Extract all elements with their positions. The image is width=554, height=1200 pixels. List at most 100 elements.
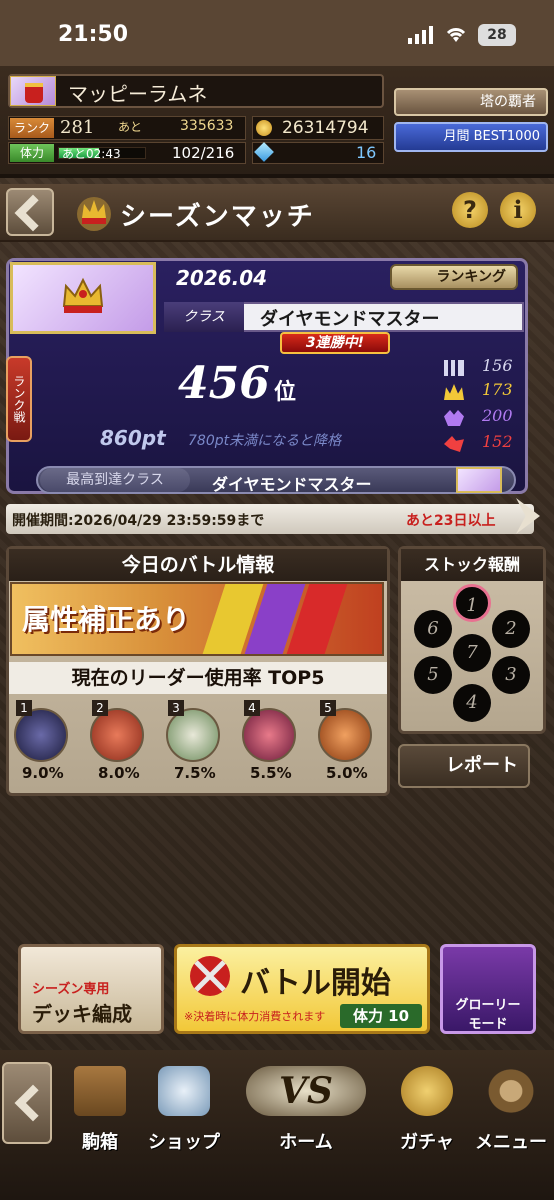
nav-item-piece-box[interactable]: 駒箱	[58, 1066, 142, 1154]
leader-rank: 1	[16, 700, 32, 716]
stamina-timer: あと02:43	[62, 147, 121, 161]
monthly-best-button[interactable]: 月間 BEST1000	[394, 122, 548, 152]
battle-cost-note: ※決着時に体力消費されます	[184, 1010, 326, 1023]
win-streak-badge: 3連勝中!	[280, 332, 390, 354]
nav-label: メニュー	[475, 1132, 547, 1153]
leader-usage-4: 5.5%	[250, 764, 292, 782]
rank-next-label: あと	[118, 120, 143, 134]
nav-label: ショップ	[148, 1132, 220, 1153]
leader-rank: 4	[244, 700, 260, 716]
leader-2[interactable]: 2	[90, 700, 146, 770]
leader-rank: 2	[92, 700, 108, 716]
rank-battle-tab[interactable]: ランク戦	[6, 356, 32, 442]
status-bar: 21:50 28	[0, 0, 554, 66]
leader-5[interactable]: 5	[318, 700, 374, 770]
player-name: マッピーラムネ	[68, 82, 208, 106]
page-title: シーズンマッチ	[120, 202, 315, 232]
stock-node-1: 1	[453, 584, 491, 622]
vs-icon: VS	[246, 1066, 366, 1116]
stock-reward-board: 1 2 3 4 5 6 7	[408, 582, 536, 728]
report-button[interactable]: レポート	[398, 744, 530, 788]
leader-avatar	[318, 708, 372, 762]
rank-unit: 位	[274, 380, 297, 405]
leader-avatar	[14, 708, 68, 762]
leader-avatar	[90, 708, 144, 762]
rank-value: 281	[60, 117, 95, 138]
leader-usage-1: 9.0%	[22, 764, 64, 782]
nav-item-menu[interactable]: メニュー	[470, 1066, 552, 1154]
leader-avatar	[166, 708, 220, 762]
back-button[interactable]	[6, 188, 54, 236]
crossed-swords-icon	[190, 956, 230, 996]
attribute-bonus-text: 属性補正あり	[22, 603, 191, 636]
leader-rank: 5	[320, 700, 336, 716]
leader-3[interactable]: 3	[166, 700, 222, 770]
stock-node-3: 3	[492, 656, 530, 694]
nav-label: 駒箱	[82, 1132, 118, 1153]
remaining-text: あと23日以上	[406, 513, 496, 529]
highest-class-emblem	[456, 467, 502, 493]
battle-info-title: 今日のバトル情報	[9, 549, 387, 581]
crown-emblem-icon	[62, 277, 104, 313]
battle-stamina-cost: 体力 10	[340, 1004, 422, 1028]
leader-rank: 3	[168, 700, 184, 716]
leader-usage-5: 5.0%	[326, 764, 368, 782]
battle-start-label: バトル開始	[240, 966, 391, 1001]
shop-jar-icon	[158, 1066, 210, 1116]
nav-back-button[interactable]	[2, 1062, 52, 1144]
highest-class-value: ダイヤモンドマスター	[212, 475, 372, 494]
leader-4[interactable]: 4	[242, 700, 298, 770]
stamina-value: 102/216	[172, 144, 235, 162]
gold-value: 26314794	[282, 118, 369, 138]
leader-avatar	[242, 708, 296, 762]
crown-icon	[77, 197, 111, 231]
leader-1[interactable]: 1	[14, 700, 70, 770]
class-label: クラス	[164, 302, 244, 332]
nav-label: ガチャ	[400, 1132, 454, 1153]
stock-reward-title: ストック報酬	[401, 549, 543, 581]
stock-node-5: 5	[414, 656, 452, 694]
info-button[interactable]: i	[500, 192, 536, 228]
stat-value-2: 173	[482, 380, 513, 399]
rank-label: ランク	[10, 118, 54, 138]
rank-position: 456	[178, 358, 270, 409]
nav-item-shop[interactable]: ショップ	[142, 1066, 226, 1154]
stat-value-1: 156	[482, 356, 513, 375]
rank-next-exp: 335633	[180, 118, 234, 134]
battery-indicator: 28	[478, 24, 516, 46]
glory-mode-label: グローリーモード	[455, 998, 521, 1032]
deck-edit-label: デッキ編成	[32, 1002, 132, 1026]
schedule-text: 開催期間:2026/04/29 23:59:59まで	[12, 513, 265, 529]
stat-value-4: 152	[482, 432, 513, 451]
class-value: ダイヤモンドマスター	[260, 309, 440, 330]
nav-item-home[interactable]: VS ホーム	[228, 1066, 384, 1154]
stock-node-4: 4	[453, 684, 491, 722]
stat-value-3: 200	[482, 406, 513, 425]
gear-icon	[485, 1066, 537, 1116]
wifi-icon	[446, 28, 466, 42]
help-button[interactable]: ?	[452, 192, 488, 228]
leader-usage-2: 8.0%	[98, 764, 140, 782]
chest-icon	[74, 1066, 126, 1116]
nav-label: ホーム	[279, 1132, 333, 1153]
nav-item-gacha[interactable]: ガチャ	[386, 1066, 468, 1154]
season-points: 860pt	[100, 426, 166, 450]
coin-icon	[256, 120, 272, 136]
stock-node-2: 2	[492, 610, 530, 648]
tower-champion-button[interactable]: 塔の覇者	[394, 88, 548, 116]
stamina-label: 体力	[10, 144, 54, 162]
signal-icon	[408, 26, 433, 44]
season-period: 2026.04	[176, 266, 268, 290]
stock-node-6: 6	[414, 610, 452, 648]
player-avatar[interactable]	[10, 76, 56, 106]
coin-stack-icon	[401, 1066, 453, 1116]
leaders-title[interactable]: 現在のリーダー使用率 TOP5	[9, 662, 387, 694]
stock-node-7: 7	[453, 634, 491, 672]
highest-class-label: 最高到達クラス	[40, 468, 190, 492]
leader-usage-3: 7.5%	[174, 764, 216, 782]
deck-edit-subtitle: シーズン専用	[32, 982, 110, 997]
clock: 21:50	[58, 22, 129, 47]
bars-icon	[444, 360, 464, 376]
gem-value: 16	[356, 143, 377, 162]
ranking-button[interactable]: ランキング	[390, 264, 518, 290]
